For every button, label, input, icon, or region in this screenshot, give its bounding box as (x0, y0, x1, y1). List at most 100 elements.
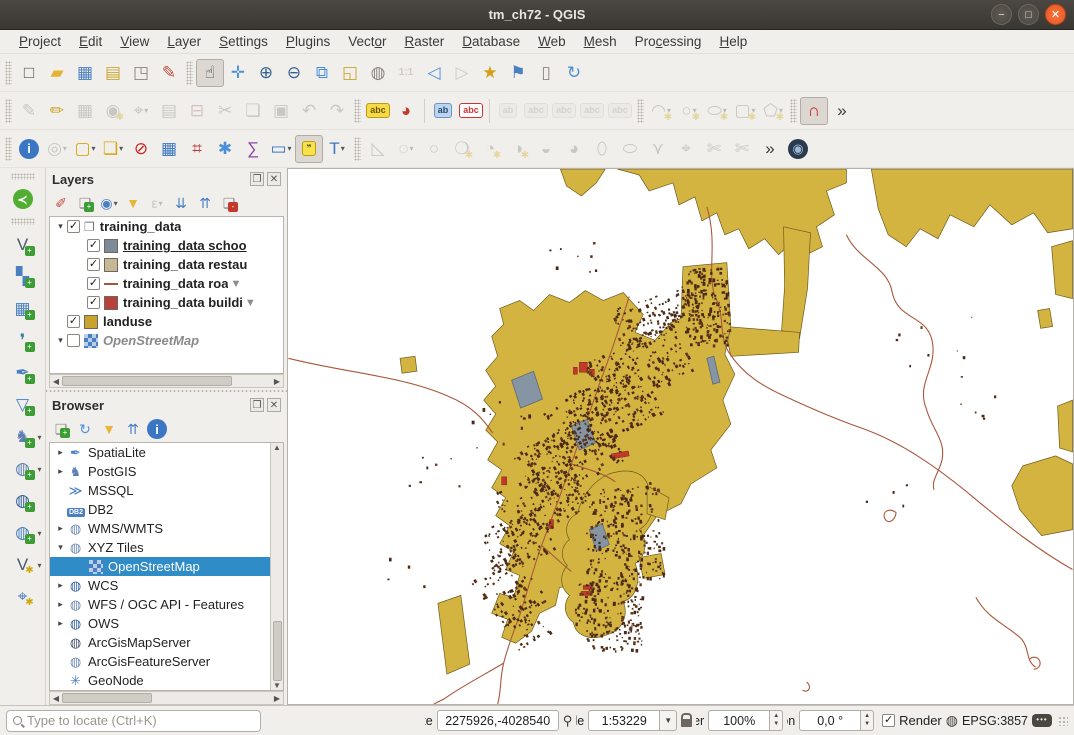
add-circle[interactable]: ○✱▾ (675, 97, 703, 125)
maximize-button[interactable]: □ (1018, 4, 1039, 25)
map-tips[interactable]: ❞ (295, 135, 323, 163)
add-ring[interactable]: ⌖ (672, 135, 700, 163)
browser-panel-float-icon[interactable]: ❐ (250, 398, 264, 412)
toggle-editing[interactable]: ✏ (43, 97, 71, 125)
current-edits[interactable]: ✎ (15, 97, 43, 125)
dropdown-icon[interactable]: ▾ (119, 144, 123, 153)
open-project[interactable]: ▰ (43, 59, 71, 87)
browser-properties[interactable]: i (146, 418, 168, 440)
browser-mssql[interactable]: ≫MSSQL (50, 481, 270, 500)
highlight-pinned-labels[interactable]: abc (457, 97, 485, 125)
dropdown-icon[interactable]: ▾ (63, 144, 67, 153)
locator-input[interactable] (27, 713, 254, 728)
refresh-browser[interactable]: ↻ (74, 418, 96, 440)
rotate-label[interactable]: abc (550, 97, 578, 125)
data-source-manager[interactable]: ≺ (9, 185, 37, 213)
menu-settings[interactable]: Settings (210, 32, 277, 51)
expand-all[interactable]: ⇊ (170, 192, 192, 214)
scroll-thumb[interactable] (273, 621, 282, 681)
select-features-menu[interactable]: ❏▾ (99, 135, 127, 163)
map-canvas[interactable] (287, 168, 1074, 705)
coordinate-input[interactable] (437, 710, 559, 731)
paste-features[interactable]: ▣ (267, 97, 295, 125)
rotate-feature[interactable]: ○ (420, 135, 448, 163)
zoom-next[interactable]: ▷ (448, 59, 476, 87)
add-delimited-text-layer[interactable]: ❜+ (9, 326, 37, 354)
toolbar-grip[interactable] (354, 99, 361, 123)
deselect-features[interactable]: ⊘ (127, 135, 155, 163)
add-selected-layers[interactable]: ❏+ (50, 418, 72, 440)
browser-arcgis-map-server[interactable]: ◍ArcGisMapServer (50, 633, 270, 652)
scroll-right-icon[interactable]: ▶ (271, 694, 283, 703)
layer-checkbox[interactable]: ✓ (67, 220, 80, 233)
osm-place-search[interactable]: ◉ (784, 135, 812, 163)
undo[interactable]: ↶ (295, 97, 323, 125)
dropdown-icon[interactable]: ▾ (37, 465, 41, 474)
filter-legend-expression[interactable]: ε▾ (146, 192, 168, 214)
menu-plugins[interactable]: Plugins (277, 32, 339, 51)
dropdown-icon[interactable]: ▾ (37, 561, 41, 570)
menu-layer[interactable]: Layer (158, 32, 210, 51)
style-manager[interactable]: ✎ (155, 59, 183, 87)
crs-status[interactable]: ◍ EPSG:3857 (946, 712, 1028, 729)
menu-view[interactable]: View (111, 32, 158, 51)
dropdown-icon[interactable]: ▾ (410, 144, 414, 153)
add-vector-layer[interactable]: V+ (9, 230, 37, 258)
dropdown-icon[interactable]: ▾ (114, 199, 118, 208)
add-virtual-layer[interactable]: ▽+ (9, 390, 37, 418)
layer-checkbox[interactable]: ✓ (87, 277, 100, 290)
filter-legend[interactable]: ▼ (122, 192, 144, 214)
collapse-all[interactable]: ⇈ (194, 192, 216, 214)
add-postgis-layer[interactable]: ♞+▾ (9, 422, 37, 450)
new-print-layout[interactable]: ▤ (99, 59, 127, 87)
add-group[interactable]: ❏+ (74, 192, 96, 214)
zoom-to-selection[interactable]: ◍ (364, 59, 392, 87)
toolbar-grip[interactable] (637, 99, 644, 123)
new-spatial-bookmark[interactable]: ★ (476, 59, 504, 87)
enable-snapping[interactable]: ∩ (800, 97, 828, 125)
scroll-left-icon[interactable]: ◀ (50, 377, 62, 386)
merge-features[interactable]: ◒ (532, 135, 560, 163)
layer-training-data-roads[interactable]: ✓training_data roa▼ (50, 274, 283, 293)
dropdown-icon[interactable]: ▾ (37, 433, 41, 442)
menu-mesh[interactable]: Mesh (575, 32, 626, 51)
rotation-value[interactable]: 0,0 ° (799, 710, 861, 731)
layer-checkbox[interactable]: ✓ (67, 315, 80, 328)
zoom-out[interactable]: ⊖ (280, 59, 308, 87)
merge-attributes[interactable]: ◕ (560, 135, 588, 163)
browser-postgis[interactable]: ▸♞PostGIS (50, 462, 270, 481)
scale-feature[interactable]: ❍✱ (448, 135, 476, 163)
dropdown-icon[interactable]: ▾ (341, 144, 345, 153)
pan-to-selection[interactable]: ✛ (224, 59, 252, 87)
redo[interactable]: ↷ (323, 97, 351, 125)
toolbar-grip[interactable] (11, 218, 35, 225)
digitize-with-segment[interactable]: ◉✱ (99, 97, 127, 125)
scroll-left-icon[interactable]: ◀ (50, 694, 62, 703)
layer-landuse[interactable]: ✓landuse (50, 312, 283, 331)
layers-panel-close-icon[interactable]: ✕ (267, 172, 281, 186)
toolbar-grip[interactable] (5, 61, 12, 85)
browser-arcgis-feature-server[interactable]: ◍ArcGisFeatureServer (50, 652, 270, 671)
expander-icon[interactable]: ▾ (54, 335, 67, 346)
toggle-unplaced-labels[interactable]: abc (606, 97, 634, 125)
layer-checkbox[interactable] (67, 334, 80, 347)
identify-features[interactable]: i (15, 135, 43, 163)
show-hide-labels[interactable]: ab (494, 97, 522, 125)
expander-icon[interactable]: ▸ (54, 447, 67, 458)
add-mesh-layer[interactable]: ▦+ (9, 294, 37, 322)
layer-group-training-data[interactable]: ▾✓❐training_data (50, 217, 283, 236)
toolbar-grip[interactable] (354, 137, 361, 161)
expander-icon[interactable]: ▾ (54, 221, 67, 232)
browser-wcs[interactable]: ▸◍WCS (50, 576, 270, 595)
magnifier-spinner[interactable]: ▲▼ (770, 710, 783, 731)
open-layer-styling[interactable]: ✐ (50, 192, 72, 214)
scale-dropdown-icon[interactable]: ▼ (660, 710, 677, 731)
toolbar-grip[interactable] (790, 99, 797, 123)
delete-selected[interactable]: ⊟ (183, 97, 211, 125)
add-rectangle[interactable]: ▢✱▾ (731, 97, 759, 125)
dropdown-icon[interactable]: ▾ (159, 199, 163, 208)
select-features[interactable]: ▢▾ (71, 135, 99, 163)
save-project[interactable]: ▦ (71, 59, 99, 87)
filter-browser[interactable]: ▼ (98, 418, 120, 440)
add-wms-layer[interactable]: ◍+▾ (9, 454, 37, 482)
